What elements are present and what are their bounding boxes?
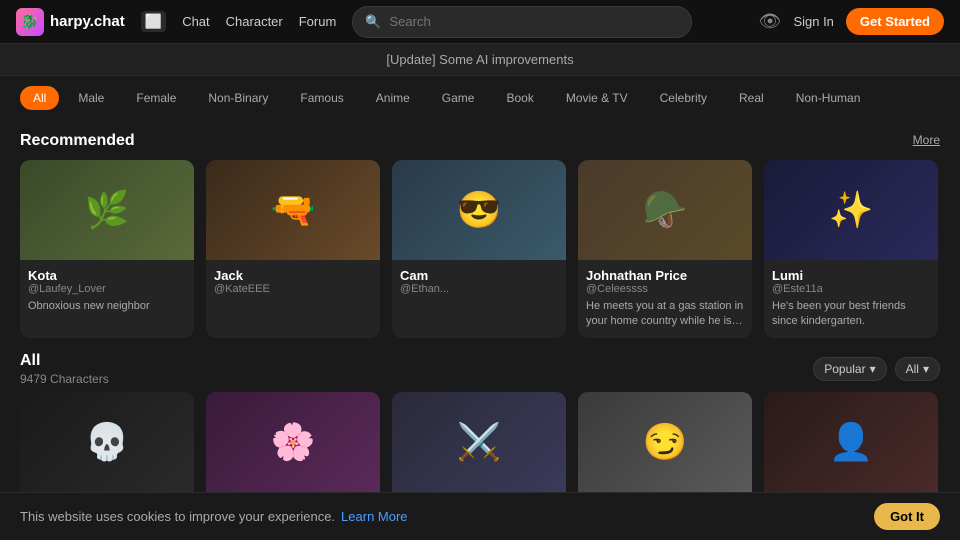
character-card[interactable]: 🌿 Kota @Laufey_Lover Obnoxious new neigh…: [20, 160, 194, 338]
filter-button[interactable]: All ▾: [895, 357, 940, 381]
filter-tabs: AllMaleFemaleNon-BinaryFamous AnimeGameBo…: [0, 76, 960, 120]
nav-links: Chat Character Forum: [182, 14, 336, 29]
filter-tab-non-human[interactable]: Non-Human: [783, 86, 874, 110]
card-image: 👤: [764, 392, 938, 492]
card-image: 🌸: [206, 392, 380, 492]
sign-in-button[interactable]: Sign In: [793, 14, 833, 29]
filter-tab-book[interactable]: Book: [493, 86, 546, 110]
all-controls: Popular ▾ All ▾: [813, 357, 940, 381]
filter-chevron-icon: ▾: [923, 362, 929, 376]
recommended-title: Recommended: [20, 132, 135, 150]
nav-chat[interactable]: Chat: [182, 14, 209, 29]
card-body: Lumi @Este11a He's been your best friend…: [764, 260, 938, 338]
card-author: @Laufey_Lover: [28, 283, 186, 295]
filter-tab-celebrity[interactable]: Celebrity: [647, 86, 720, 110]
recommended-header: Recommended More: [20, 120, 940, 160]
cookie-banner: This website uses cookies to improve you…: [0, 492, 960, 540]
navbar: 🐉 harpy.chat ⬜ Chat Character Forum 🔍 👁 …: [0, 0, 960, 44]
got-it-button[interactable]: Got It: [874, 503, 940, 530]
card-description: He meets you at a gas station in your ho…: [586, 299, 744, 330]
search-input[interactable]: [389, 14, 679, 29]
nav-right: 👁 Sign In Get Started: [759, 8, 944, 35]
card-body: Johnathan Price @Celeessss He meets you …: [578, 260, 752, 338]
character-card[interactable]: 🪖 Johnathan Price @Celeessss He meets yo…: [578, 160, 752, 338]
main-content: Recommended More 🌿 Kota @Laufey_Lover Ob…: [0, 120, 960, 536]
search-icon: 🔍: [365, 14, 381, 30]
card-author: @Ethan...: [400, 283, 558, 295]
filter-tab-real[interactable]: Real: [726, 86, 777, 110]
card-image: 🌿: [20, 160, 194, 260]
filter-tab-male[interactable]: Male: [65, 86, 117, 110]
get-started-button[interactable]: Get Started: [846, 8, 944, 35]
nav-character[interactable]: Character: [226, 14, 283, 29]
all-section-header: All 9479 Characters Popular ▾ All ▾: [20, 352, 940, 386]
filter-tab-movie-tv[interactable]: Movie & TV: [553, 86, 641, 110]
filter-tab-anime[interactable]: Anime: [363, 86, 423, 110]
search-bar[interactable]: 🔍: [352, 6, 692, 38]
card-author: @Este11a: [772, 283, 930, 295]
cookie-text: This website uses cookies to improve you…: [20, 509, 335, 524]
filter-tab-game[interactable]: Game: [429, 86, 488, 110]
logo-icon: 🐉: [16, 8, 44, 36]
card-image: ⚔️: [392, 392, 566, 492]
char-count: 9479 Characters: [20, 372, 109, 386]
filter-tab-non-binary[interactable]: Non-Binary: [195, 86, 281, 110]
banner-message: [Update] Some AI improvements: [386, 52, 573, 67]
logo-text: harpy.chat: [50, 13, 125, 30]
card-body: Jack @KateEEE: [206, 260, 380, 307]
screen-icon: ⬜: [141, 11, 166, 32]
card-name: Johnathan Price: [586, 268, 744, 283]
card-image: 😏: [578, 392, 752, 492]
filter-tab-female[interactable]: Female: [123, 86, 189, 110]
card-author: @Celeessss: [586, 283, 744, 295]
eye-icon[interactable]: 👁: [759, 11, 782, 32]
sort-button[interactable]: Popular ▾: [813, 357, 886, 381]
card-author: @KateEEE: [214, 283, 372, 295]
card-image: 🔫: [206, 160, 380, 260]
character-card[interactable]: ✨ Lumi @Este11a He's been your best frie…: [764, 160, 938, 338]
sort-label: Popular: [824, 362, 865, 376]
nav-forum[interactable]: Forum: [299, 14, 337, 29]
recommended-cards: 🌿 Kota @Laufey_Lover Obnoxious new neigh…: [20, 160, 940, 338]
card-image: 💀: [20, 392, 194, 492]
card-name: Jack: [214, 268, 372, 283]
all-title: All: [20, 352, 109, 370]
more-link[interactable]: More: [913, 133, 940, 147]
card-image: 🪖: [578, 160, 752, 260]
card-image: ✨: [764, 160, 938, 260]
filter-tab-famous[interactable]: Famous: [287, 86, 356, 110]
filter-tab-all[interactable]: All: [20, 86, 59, 110]
learn-more-link[interactable]: Learn More: [341, 509, 407, 524]
all-left: All 9479 Characters: [20, 352, 109, 386]
cookie-message: This website uses cookies to improve you…: [20, 509, 408, 524]
filter-label: All: [906, 362, 919, 376]
card-name: Cam: [400, 268, 558, 283]
card-name: Kota: [28, 268, 186, 283]
card-body: Cam @Ethan...: [392, 260, 566, 307]
card-image: 😎: [392, 160, 566, 260]
card-description: Obnoxious new neighbor: [28, 299, 186, 314]
announcement-banner: [Update] Some AI improvements: [0, 44, 960, 76]
sort-chevron-icon: ▾: [870, 362, 876, 376]
logo[interactable]: 🐉 harpy.chat: [16, 8, 125, 36]
card-name: Lumi: [772, 268, 930, 283]
card-body: Kota @Laufey_Lover Obnoxious new neighbo…: [20, 260, 194, 322]
card-description: He's been your best friends since kinder…: [772, 299, 930, 330]
character-card[interactable]: 😎 Cam @Ethan...: [392, 160, 566, 338]
character-card[interactable]: 🔫 Jack @KateEEE: [206, 160, 380, 338]
